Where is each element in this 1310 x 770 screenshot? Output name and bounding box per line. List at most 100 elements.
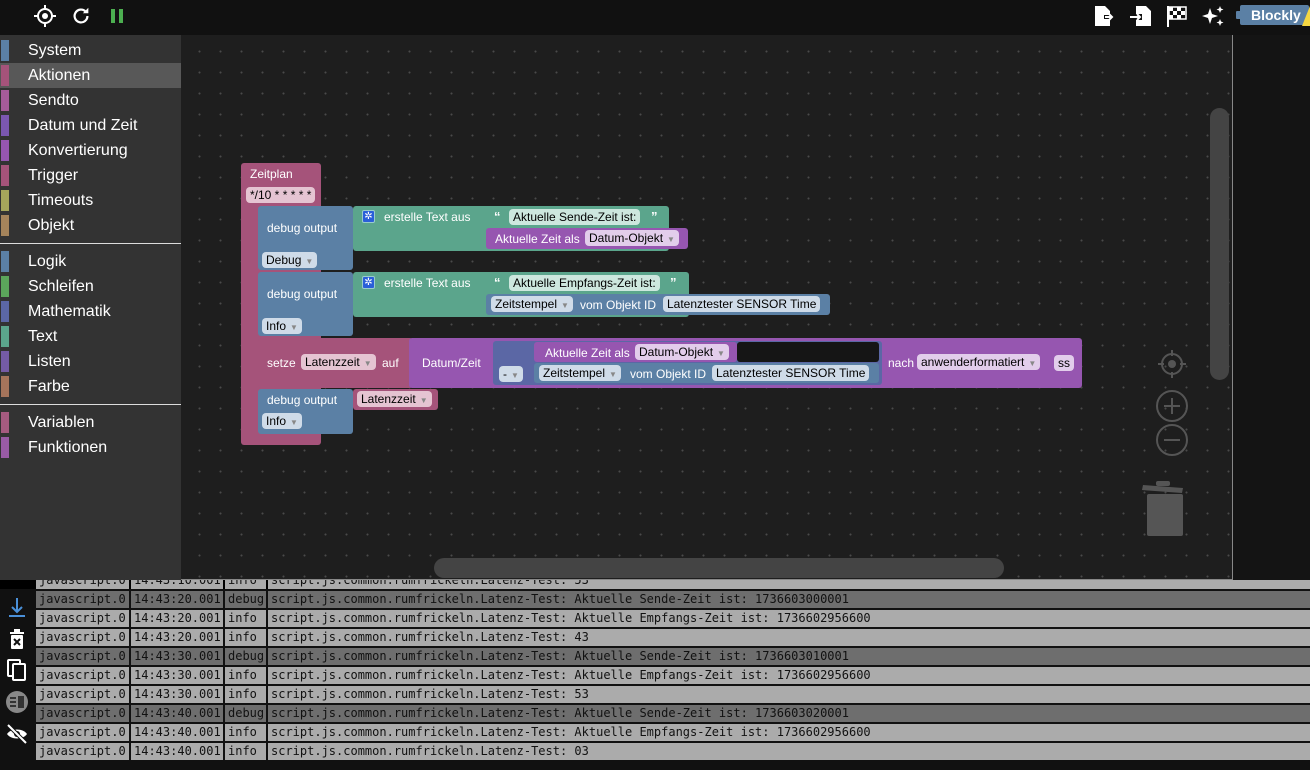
log-row[interactable]: javascript.0 14:43:20.001 info script.js.co…	[36, 629, 1310, 646]
log-row[interactable]: javascript.0 14:43:40.001 info script.js.co…	[36, 743, 1310, 760]
trash-icon[interactable]	[1142, 479, 1186, 544]
category-color-swatch	[1, 190, 9, 211]
horizontal-scrollbar[interactable]	[434, 558, 1004, 578]
log-row[interactable]: javascript.0 14:43:30.001 info script.js.co…	[36, 667, 1310, 684]
scroll-down-icon[interactable]	[4, 595, 30, 621]
log-time: 14:43:30.001	[131, 686, 223, 703]
timestamp-prop-value: Zeitstempel	[495, 297, 558, 311]
gear-icon[interactable]: ✲	[362, 276, 375, 289]
log-source: javascript.0	[36, 648, 129, 665]
format-to-label: nach	[888, 356, 915, 370]
category-label: Timeouts	[28, 192, 94, 209]
category-label: Variablen	[28, 414, 95, 431]
pause-icon[interactable]	[104, 3, 130, 29]
log-level: info	[225, 724, 266, 741]
log-message: script.js.common.rumfrickeln.Latenz-Test…	[268, 686, 1310, 703]
category-label: Objekt	[28, 217, 75, 234]
format-value: anwenderformatiert	[921, 355, 1025, 369]
toolbox-category-farbe[interactable]: Farbe	[0, 374, 181, 399]
category-label: Mathematik	[28, 303, 111, 320]
export-icon[interactable]	[1091, 3, 1117, 29]
hide-icon[interactable]	[4, 721, 30, 747]
timestamp-prop-dropdown[interactable]: Zeitstempel ▼	[539, 365, 621, 381]
locate-icon[interactable]	[32, 3, 58, 29]
object-id-field[interactable]: Latenztester SENSOR Time	[712, 365, 870, 381]
log-row[interactable]: javascript.0 14:43:40.001 info script.js.co…	[36, 724, 1310, 741]
close-quote-icon: ”	[651, 209, 658, 224]
debug-level-value: Info	[266, 414, 287, 428]
category-color-swatch	[1, 376, 9, 397]
debug-level-dropdown[interactable]: Debug ▼	[262, 252, 318, 268]
log-row[interactable]: javascript.0 14:43:10.001 info script.js.co…	[36, 580, 1310, 589]
toolbox-category-text[interactable]: Text	[0, 324, 181, 349]
top-toolbar: Blockly	[0, 0, 1310, 33]
gear-icon[interactable]: ✲	[362, 210, 375, 223]
format-dropdown[interactable]: anwenderformatiert ▼	[917, 354, 1041, 370]
blockly-mode-badge[interactable]: Blockly	[1236, 5, 1309, 25]
toolbox-category-objekt[interactable]: Objekt	[0, 213, 181, 238]
variable-dropdown[interactable]: Latenzzeit ▼	[357, 391, 432, 407]
debug-output-label: debug output	[267, 221, 338, 235]
log-source: javascript.0	[36, 667, 129, 684]
log-message: script.js.common.rumfrickeln.Latenz-Test…	[268, 667, 1310, 684]
current-time-label: Aktuelle Zeit als	[545, 346, 630, 360]
log-level: debug	[225, 705, 266, 722]
schedule-label: Zeitplan	[250, 167, 293, 181]
toolbox-category-schleifen[interactable]: Schleifen	[0, 274, 181, 299]
toolbox-category-timeouts[interactable]: Timeouts	[0, 188, 181, 213]
text-join-label: erstelle Text aus	[384, 210, 471, 224]
log-time: 14:43:30.001	[131, 667, 223, 684]
log-level: info	[225, 629, 266, 646]
object-id-field[interactable]: Latenztester SENSOR Time	[663, 296, 821, 312]
category-label: Listen	[28, 353, 71, 370]
toolbox-category-datum-und-zeit[interactable]: Datum und Zeit	[0, 113, 181, 138]
log-message: script.js.common.rumfrickeln.Latenz-Test…	[268, 580, 1310, 589]
log-time: 14:43:10.001	[131, 580, 223, 589]
toolbox-category-mathematik[interactable]: Mathematik	[0, 299, 181, 324]
copy-icon[interactable]	[4, 657, 30, 683]
columns-icon[interactable]	[4, 689, 30, 715]
log-time: 14:43:40.001	[131, 705, 223, 722]
sparkles-icon[interactable]	[1200, 3, 1226, 29]
clear-log-icon[interactable]	[4, 626, 30, 652]
debug-level-dropdown[interactable]: Info ▼	[262, 318, 302, 334]
text-literal-field[interactable]: Aktuelle Empfangs-Zeit ist:	[509, 275, 660, 291]
text-literal-field[interactable]: Aktuelle Sende-Zeit ist:	[509, 209, 641, 225]
empty-slot	[737, 342, 879, 362]
toolbox-category-logik[interactable]: Logik	[0, 249, 181, 274]
blockly-workspace[interactable]: Zeitplan */10 * * * * * debug output Deb…	[181, 35, 1233, 580]
toolbox-category-system[interactable]: System	[0, 38, 181, 63]
operator-dropdown[interactable]: - ▼	[499, 366, 523, 382]
toolbox-category-listen[interactable]: Listen	[0, 349, 181, 374]
recenter-icon[interactable]	[1155, 347, 1189, 386]
toolbox-category-variablen[interactable]: Variablen	[0, 410, 181, 435]
format-pattern-field[interactable]: ss	[1054, 355, 1074, 371]
log-message: script.js.common.rumfrickeln.Latenz-Test…	[268, 648, 1310, 665]
timestamp-prop-dropdown[interactable]: Zeitstempel ▼	[491, 296, 573, 312]
toolbox-category-aktionen[interactable]: Aktionen	[0, 63, 181, 88]
category-color-swatch	[1, 351, 9, 372]
toolbox-category-sendto[interactable]: Sendto	[0, 88, 181, 113]
vertical-scrollbar[interactable]	[1210, 108, 1229, 380]
debug-level-dropdown[interactable]: Info ▼	[262, 413, 302, 429]
import-icon[interactable]	[1128, 3, 1154, 29]
log-row[interactable]: javascript.0 14:43:30.001 info script.js.co…	[36, 686, 1310, 703]
log-level: debug	[225, 591, 266, 608]
log-row[interactable]: javascript.0 14:43:20.001 info script.js.co…	[36, 610, 1310, 627]
toolbox-category-funktionen[interactable]: Funktionen	[0, 435, 181, 460]
time-format-dropdown[interactable]: Datum-Objekt ▼	[635, 344, 729, 360]
log-row[interactable]: javascript.0 14:43:30.001 debug script.js.c…	[36, 648, 1310, 665]
toolbox-category-konvertierung[interactable]: Konvertierung	[0, 138, 181, 163]
time-format-dropdown[interactable]: Datum-Objekt ▼	[585, 230, 679, 246]
category-label: Logik	[28, 253, 67, 270]
log-row[interactable]: javascript.0 14:43:20.001 debug script.js.c…	[36, 591, 1310, 608]
checkered-flag-icon[interactable]	[1164, 3, 1190, 29]
close-quote-icon: ”	[670, 275, 677, 290]
toolbox-category-trigger[interactable]: Trigger	[0, 163, 181, 188]
category-color-swatch	[1, 326, 9, 347]
variable-dropdown[interactable]: Latenzzeit ▼	[301, 354, 376, 370]
log-row[interactable]: javascript.0 14:43:40.001 debug script.js.c…	[36, 705, 1310, 722]
zoom-out-icon[interactable]	[1155, 423, 1189, 462]
cron-field[interactable]: */10 * * * * *	[246, 187, 316, 203]
refresh-icon[interactable]	[68, 3, 94, 29]
